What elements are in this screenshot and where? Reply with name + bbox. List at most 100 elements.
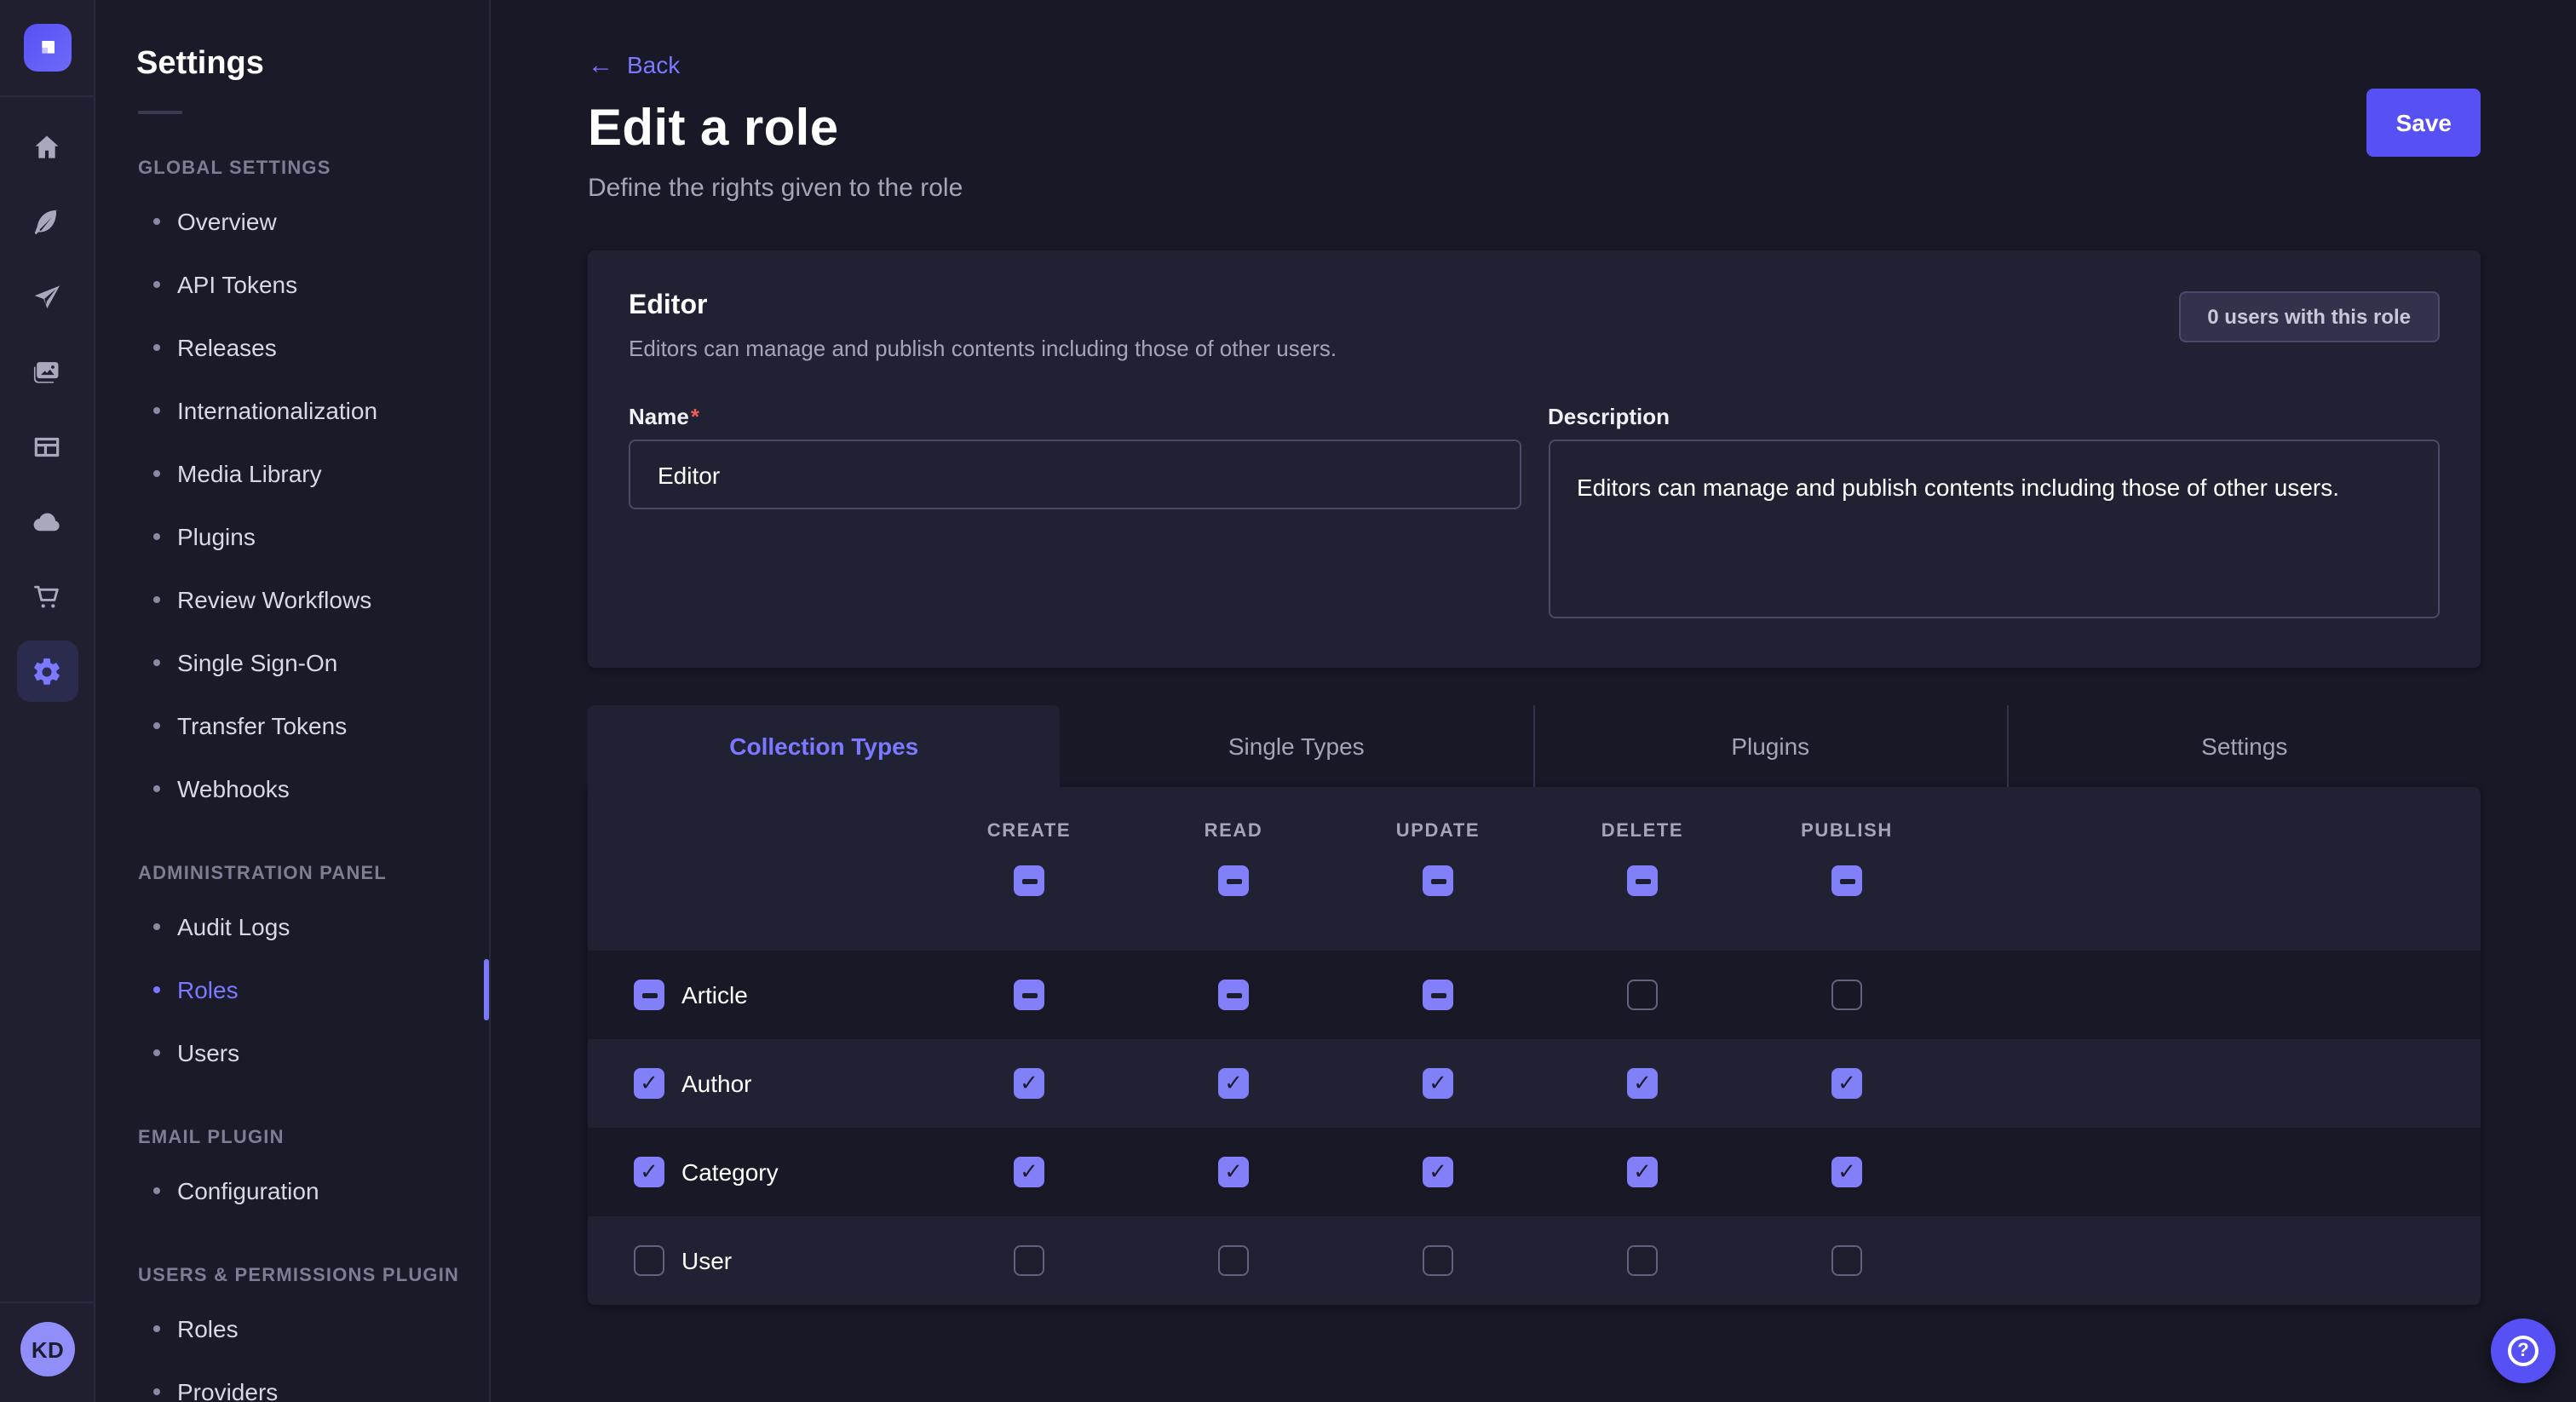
row-label: User: [681, 1247, 732, 1274]
column-header-publish: PUBLISH: [1801, 821, 1893, 842]
author-create-checkbox[interactable]: [1014, 1068, 1044, 1099]
bullet-icon: [153, 658, 160, 665]
sidebar-item-media-library[interactable]: Media Library: [95, 441, 489, 504]
select-all-update-checkbox[interactable]: [1423, 865, 1453, 896]
user-delete-checkbox[interactable]: [1627, 1245, 1658, 1276]
sidebar-item-review-workflows[interactable]: Review Workflows: [95, 567, 489, 630]
sidebar-item-label: Overview: [177, 207, 277, 234]
name-input[interactable]: [629, 440, 1521, 509]
article-delete-checkbox[interactable]: [1627, 980, 1658, 1010]
row-label: Category: [681, 1158, 779, 1186]
home-icon[interactable]: [16, 116, 78, 177]
permission-row-author: Author: [588, 1039, 2481, 1128]
sidebar-item-single-sign-on[interactable]: Single Sign-On: [95, 630, 489, 693]
row-checkbox[interactable]: [634, 1157, 664, 1187]
tab-settings[interactable]: Settings: [2007, 705, 2481, 787]
users-with-role-button[interactable]: 0 users with this role: [2178, 291, 2440, 342]
row-checkbox[interactable]: [634, 1068, 664, 1099]
layout-icon[interactable]: [16, 416, 78, 477]
feather-icon[interactable]: [16, 191, 78, 252]
gear-icon[interactable]: [16, 641, 78, 702]
row-label: Author: [681, 1070, 752, 1097]
required-mark: *: [691, 404, 699, 429]
select-all-delete-checkbox[interactable]: [1627, 865, 1658, 896]
rail-divider: [0, 95, 95, 97]
article-update-checkbox[interactable]: [1423, 980, 1453, 1010]
select-all-create-checkbox[interactable]: [1014, 865, 1044, 896]
cloud-icon[interactable]: [16, 491, 78, 552]
category-create-checkbox[interactable]: [1014, 1157, 1044, 1187]
sidebar-item-up-roles[interactable]: Roles: [95, 1296, 489, 1359]
category-read-checkbox[interactable]: [1218, 1157, 1249, 1187]
user-read-checkbox[interactable]: [1218, 1245, 1249, 1276]
select-all-read-checkbox[interactable]: [1218, 865, 1249, 896]
user-update-checkbox[interactable]: [1423, 1245, 1453, 1276]
row-checkbox[interactable]: [634, 980, 664, 1010]
cart-icon[interactable]: [16, 566, 78, 627]
user-publish-checkbox[interactable]: [1831, 1245, 1862, 1276]
select-all-publish-checkbox[interactable]: [1831, 865, 1862, 896]
sidebar-item-label: Roles: [177, 975, 239, 1003]
sidebar-item-label: Internationalization: [177, 396, 377, 423]
help-button[interactable]: ?: [2491, 1319, 2556, 1383]
rail-bottom-divider: [0, 1301, 95, 1303]
category-update-checkbox[interactable]: [1423, 1157, 1453, 1187]
paper-plane-icon[interactable]: [16, 266, 78, 327]
sidebar-item-api-tokens[interactable]: API Tokens: [95, 252, 489, 315]
sidebar-item-transfer-tokens[interactable]: Transfer Tokens: [95, 693, 489, 756]
category-delete-checkbox[interactable]: [1627, 1157, 1658, 1187]
author-delete-checkbox[interactable]: [1627, 1068, 1658, 1099]
author-update-checkbox[interactable]: [1423, 1068, 1453, 1099]
sidebar-item-label: API Tokens: [177, 270, 297, 297]
sidebar-item-audit-logs[interactable]: Audit Logs: [95, 894, 489, 957]
article-create-checkbox[interactable]: [1014, 980, 1044, 1010]
help-icon: ?: [2508, 1336, 2539, 1366]
author-read-checkbox[interactable]: [1218, 1068, 1249, 1099]
sidebar-item-internationalization[interactable]: Internationalization: [95, 378, 489, 441]
row-checkbox[interactable]: [634, 1245, 664, 1276]
images-icon[interactable]: [16, 341, 78, 402]
sidebar-item-label: Audit Logs: [177, 912, 290, 939]
strapi-logo[interactable]: [23, 24, 71, 72]
description-textarea[interactable]: Editors can manage and publish contents …: [1548, 440, 2440, 618]
tab-single-types[interactable]: Single Types: [1061, 705, 1533, 787]
sidebar-item-users[interactable]: Users: [95, 1020, 489, 1083]
column-header-read: READ: [1205, 821, 1263, 842]
save-button[interactable]: Save: [2367, 89, 2481, 157]
active-indicator: [484, 958, 489, 1020]
category-publish-checkbox[interactable]: [1831, 1157, 1862, 1187]
permission-row-category: Category: [588, 1128, 2481, 1216]
back-link[interactable]: Back: [627, 51, 680, 78]
sidebar-item-label: Providers: [177, 1377, 278, 1402]
sidebar-item-up-providers[interactable]: Providers: [95, 1359, 489, 1402]
permissions-panel: CREATE READ UPDATE DELETE PUBLISH: [588, 787, 2481, 1305]
permissions-tabs: Collection Types Single Types Plugins Se…: [588, 705, 2481, 787]
article-publish-checkbox[interactable]: [1831, 980, 1862, 1010]
back-arrow-icon: ←: [588, 52, 613, 78]
tab-collection-types[interactable]: Collection Types: [588, 705, 1061, 787]
sidebar-item-label: Users: [177, 1038, 239, 1066]
sidebar-item-configuration[interactable]: Configuration: [95, 1158, 489, 1221]
back-button[interactable]: ← Back: [588, 51, 680, 78]
user-create-checkbox[interactable]: [1014, 1245, 1044, 1276]
author-publish-checkbox[interactable]: [1831, 1068, 1862, 1099]
section-email-plugin: EMAIL PLUGIN Configuration: [95, 1128, 489, 1221]
article-read-checkbox[interactable]: [1218, 980, 1249, 1010]
sidebar-item-label: Releases: [177, 333, 277, 360]
sidebar-item-roles[interactable]: Roles: [95, 957, 489, 1020]
column-header-delete: DELETE: [1601, 821, 1683, 842]
sidebar-item-webhooks[interactable]: Webhooks: [95, 756, 489, 819]
bullet-icon: [153, 343, 160, 350]
sidebar-item-releases[interactable]: Releases: [95, 315, 489, 378]
section-heading: EMAIL PLUGIN: [138, 1128, 489, 1148]
tab-plugins[interactable]: Plugins: [1532, 705, 2007, 787]
sidebar-item-plugins[interactable]: Plugins: [95, 504, 489, 567]
sidebar-item-overview[interactable]: Overview: [95, 189, 489, 252]
bullet-icon: [153, 532, 160, 539]
role-description-text: Editors can manage and publish contents …: [629, 336, 1337, 361]
bullet-icon: [153, 784, 160, 791]
sidebar-item-label: Single Sign-On: [177, 648, 337, 675]
bullet-icon: [153, 922, 160, 929]
avatar[interactable]: KD: [20, 1322, 75, 1376]
sidebar-item-label: Roles: [177, 1314, 239, 1342]
